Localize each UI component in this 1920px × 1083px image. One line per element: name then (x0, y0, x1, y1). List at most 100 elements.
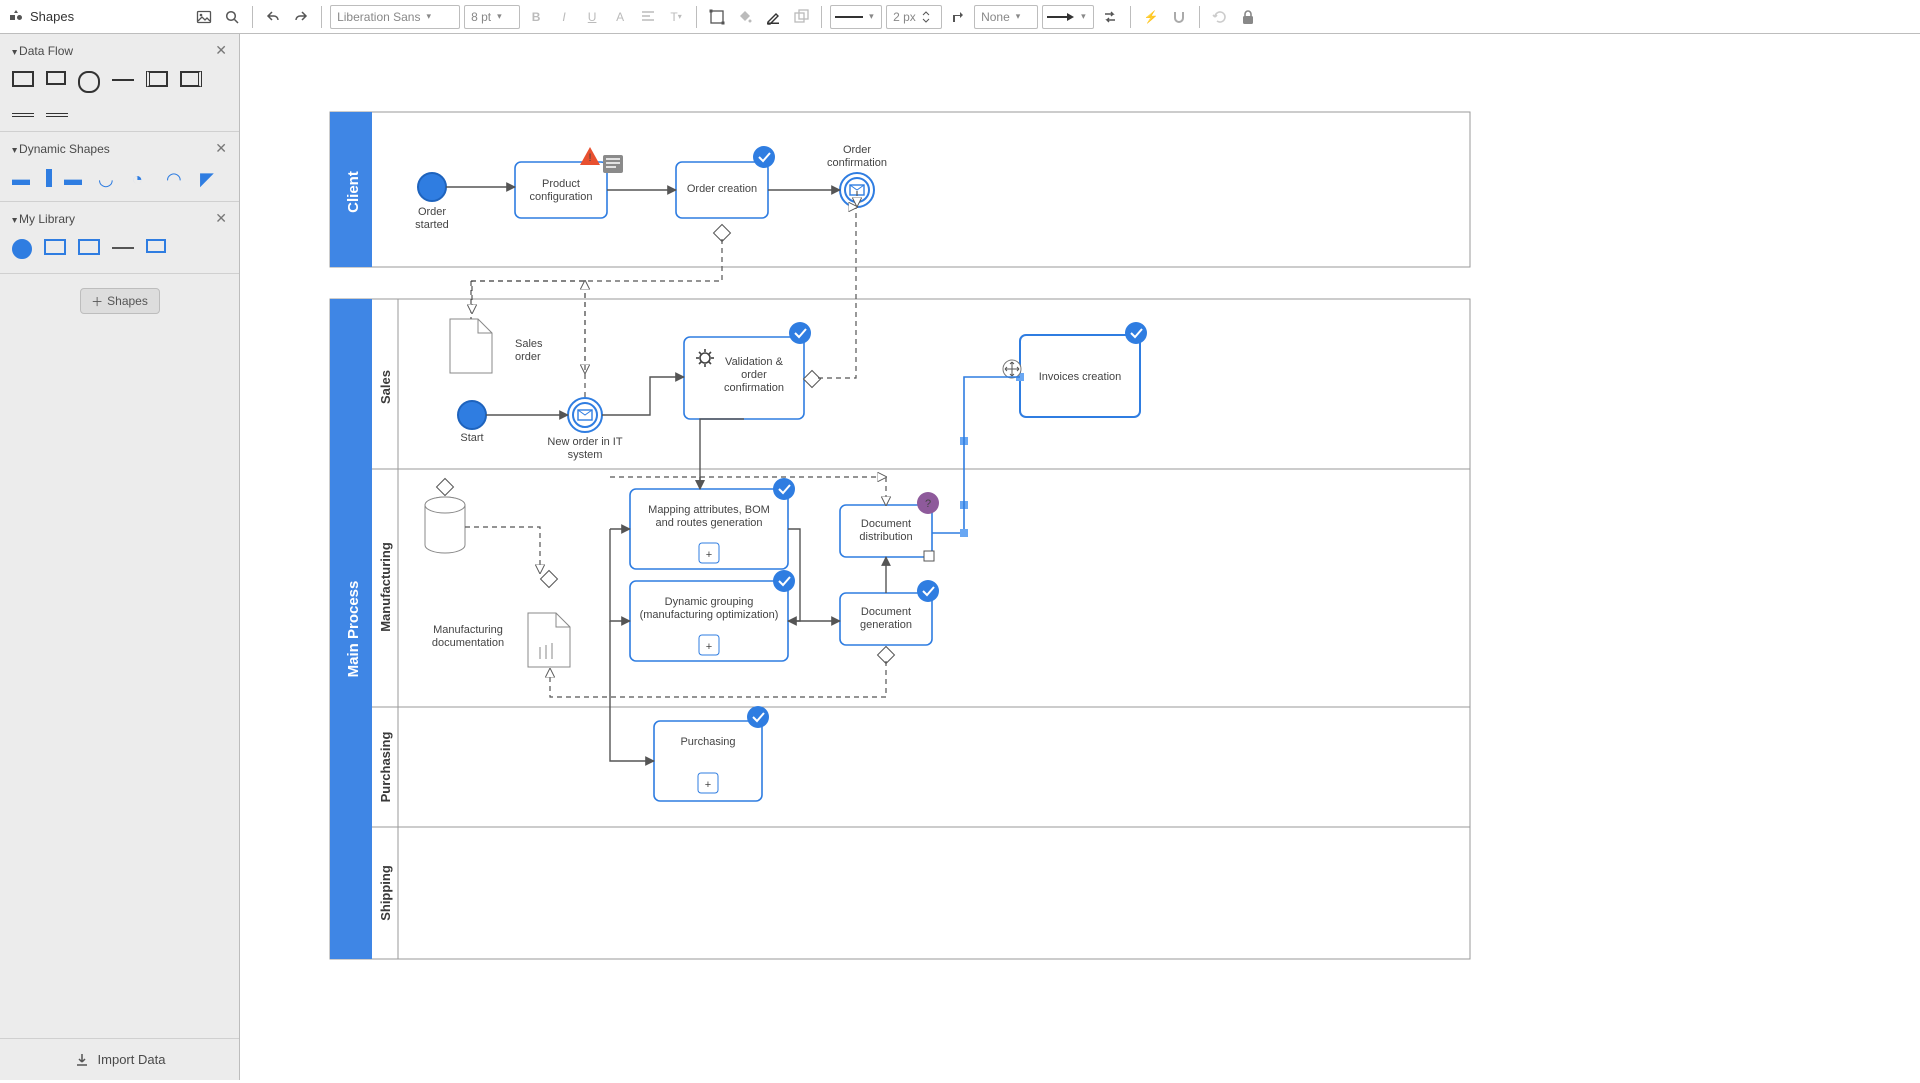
line-width-select[interactable]: 2 px (886, 5, 942, 29)
palette-dynamic: ▬ ▬ ◡ ◔ ◠ ◤ (0, 165, 239, 201)
node-purchasing[interactable]: Purchasing + (654, 706, 769, 801)
invoices-label: Invoices creation (1039, 371, 1122, 383)
pen-icon[interactable] (761, 5, 785, 29)
node-mapping[interactable]: Mapping attributes, BOMand routes genera… (630, 478, 795, 569)
move-cursor-icon (1003, 360, 1021, 378)
text-color-icon[interactable]: A (608, 5, 632, 29)
undo-icon[interactable] (261, 5, 285, 29)
sidebar: Data Flow ✕ Dynamic Shapes ✕ ▬ ▬ ◡ ◔ ◠ ◤ M… (0, 34, 240, 1080)
shape-style-icon[interactable] (789, 5, 813, 29)
lib-circle[interactable] (12, 239, 32, 259)
magnet-icon[interactable] (1167, 5, 1191, 29)
shape-datastore[interactable] (146, 71, 168, 87)
revert-icon[interactable] (1208, 5, 1232, 29)
chevron-down-icon: ▾ (1016, 11, 1021, 22)
doc-gen-label: Documentgeneration (860, 606, 912, 631)
node-dynamic-group[interactable]: Dynamic grouping(manufacturing optimizat… (630, 570, 795, 661)
canvas[interactable]: Client Orderstarted Productconfiguration… (240, 34, 1920, 1080)
lib-line[interactable] (112, 247, 134, 249)
dyn-bar[interactable] (46, 169, 52, 187)
line-routing-icon[interactable] (946, 5, 970, 29)
line-start-select[interactable]: None ▾ (974, 5, 1038, 29)
check-icon (1125, 322, 1147, 344)
purchasing-label: Purchasing (680, 736, 735, 748)
shape-rect-small[interactable] (46, 71, 66, 85)
font-family-select[interactable]: Liberation Sans▾ (330, 5, 460, 29)
pool-main-label: Main Process (345, 581, 362, 678)
text-options-icon[interactable]: T▾ (664, 5, 688, 29)
shapes-toggle[interactable]: Shapes (8, 9, 74, 25)
svg-text:+: + (705, 779, 711, 791)
shape-ellipse[interactable] (78, 71, 100, 93)
palette-dataflow (0, 67, 239, 131)
check-icon (747, 706, 769, 728)
diagram[interactable]: Client Orderstarted Productconfiguration… (240, 34, 1920, 1080)
add-shapes-button[interactable]: ＋ Shapes (80, 288, 160, 314)
pool-client[interactable]: Client (330, 112, 1470, 267)
shape-double-line[interactable] (12, 113, 34, 117)
manu-doc-label: Manufacturingdocumentation (432, 624, 504, 649)
group-title[interactable]: Data Flow (12, 44, 73, 58)
search-icon[interactable] (220, 5, 244, 29)
lib-box3[interactable] (146, 239, 166, 253)
font-family-value: Liberation Sans (337, 10, 420, 24)
import-data-button[interactable]: Import Data (0, 1038, 239, 1080)
shape-rect[interactable] (12, 71, 34, 87)
align-icon[interactable] (636, 5, 660, 29)
shape-datastore2[interactable] (180, 71, 202, 87)
check-icon (789, 322, 811, 344)
lib-box1[interactable] (44, 239, 66, 255)
svg-text:?: ? (925, 498, 931, 510)
plus-icon: ＋ (91, 293, 103, 310)
check-icon (917, 580, 939, 602)
doc-dist-label: Documentdistribution (859, 518, 912, 543)
add-shapes-label: Shapes (107, 294, 148, 308)
shapes-label: Shapes (30, 9, 74, 24)
dyn-pie[interactable]: ◔ (132, 169, 154, 185)
start-label: Start (460, 432, 483, 444)
import-icon (74, 1052, 90, 1068)
line-start-value: None (981, 10, 1010, 24)
import-label: Import Data (98, 1052, 166, 1067)
image-icon[interactable] (192, 5, 216, 29)
close-icon[interactable]: ✕ (215, 140, 227, 157)
font-size-value: 8 pt (471, 10, 491, 24)
lane-purchasing-label: Purchasing (378, 732, 393, 803)
shape-bounds-icon[interactable] (705, 5, 729, 29)
line-width-value: 2 px (893, 10, 916, 24)
line-end-select[interactable]: ▾ (1042, 5, 1094, 29)
flash-icon[interactable]: ⚡ (1139, 5, 1163, 29)
lane-shipping-label: Shipping (378, 865, 393, 921)
dyn-dash[interactable]: ▬ (12, 169, 34, 185)
check-icon (773, 570, 795, 592)
bold-icon[interactable]: B (524, 5, 548, 29)
shape-double-line-2[interactable] (46, 113, 68, 117)
dyn-quarter[interactable]: ◤ (200, 169, 222, 185)
sidebar-group-mylib: My Library ✕ (0, 202, 239, 274)
svg-text:+: + (706, 641, 712, 653)
fill-icon[interactable] (733, 5, 757, 29)
redo-icon[interactable] (289, 5, 313, 29)
underline-icon[interactable]: U (580, 5, 604, 29)
group-title[interactable]: My Library (12, 212, 75, 226)
check-icon (773, 478, 795, 500)
dyn-minus[interactable]: ▬ (64, 169, 86, 185)
line-style-select[interactable]: ▾ (830, 5, 882, 29)
node-validation[interactable]: Validation &orderconfirmation (684, 322, 820, 419)
close-icon[interactable]: ✕ (215, 42, 227, 59)
dyn-crescent[interactable]: ◠ (166, 169, 188, 185)
svg-text:+: + (706, 549, 712, 561)
note-icon (603, 155, 623, 173)
chevron-down-icon: ▾ (869, 11, 874, 22)
italic-icon[interactable]: I (552, 5, 576, 29)
close-icon[interactable]: ✕ (215, 210, 227, 227)
swap-ends-icon[interactable] (1098, 5, 1122, 29)
lib-box2[interactable] (78, 239, 100, 255)
font-size-select[interactable]: 8 pt▾ (464, 5, 520, 29)
shape-line[interactable] (112, 79, 134, 81)
dyn-arc[interactable]: ◡ (98, 169, 120, 185)
stepper-icon (922, 10, 930, 24)
group-title[interactable]: Dynamic Shapes (12, 142, 110, 156)
lock-icon[interactable] (1236, 5, 1260, 29)
node-start[interactable]: Start (458, 401, 486, 444)
